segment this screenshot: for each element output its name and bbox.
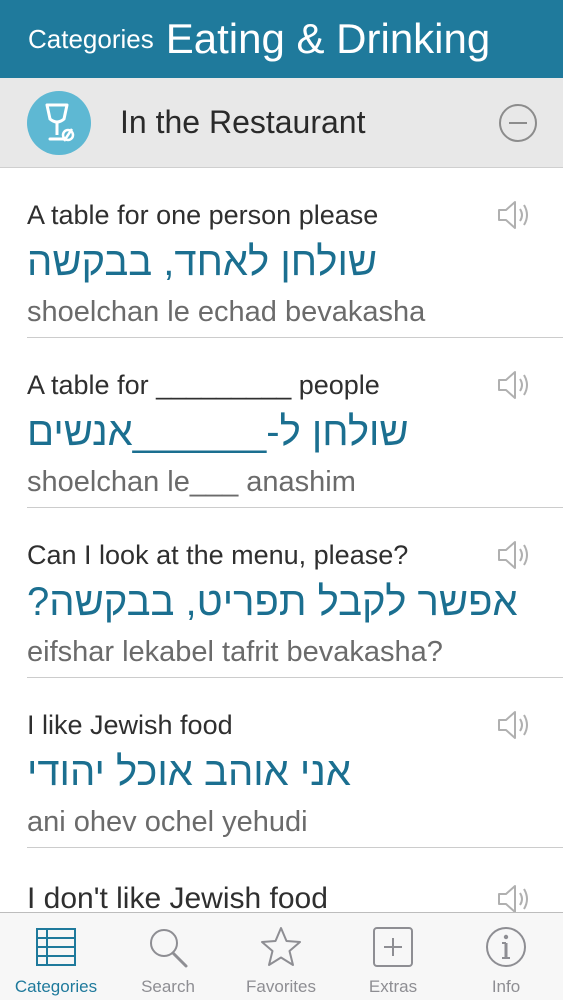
tab-label: Categories [14, 977, 98, 996]
phrase-row[interactable]: A table for _________ people שולחן ל-___… [0, 338, 563, 508]
star-icon [261, 927, 301, 966]
tab-categories[interactable]: Categories [0, 913, 112, 1000]
phrase-row[interactable]: A table for one person please שולחן לאחד… [0, 168, 563, 338]
section-header[interactable]: In the Restaurant [0, 78, 563, 168]
wine-glass-fork-icon [27, 91, 91, 155]
tab-search[interactable]: Search [112, 913, 224, 1000]
tab-extras[interactable]: Extras [337, 913, 449, 1000]
plus-square-icon [373, 927, 413, 967]
phrase-transliteration: ani ohev ochel yehudi [27, 806, 308, 838]
speaker-icon[interactable] [496, 368, 536, 402]
phrase-english: I like Jewish food [27, 710, 233, 740]
phrase-hebrew: אפשר לקבל תפריט, בבקשה? [27, 580, 518, 624]
tab-favorites[interactable]: Favorites [225, 913, 337, 1000]
row-divider [27, 847, 563, 848]
tab-label: Info [491, 977, 521, 996]
speaker-icon[interactable] [496, 708, 536, 742]
phrase-hebrew: שולחן ל-______אנשים [27, 410, 409, 454]
phrase-transliteration: eifshar lekabel tafrit bevakasha? [27, 636, 443, 668]
search-icon [150, 929, 188, 968]
collapse-minus-icon[interactable] [499, 104, 537, 142]
phrase-transliteration: shoelchan le echad bevakasha [27, 296, 426, 328]
phrase-transliteration: shoelchan le___ anashim [27, 466, 356, 498]
phrase-hebrew: אני אוהב אוכל יהודי [27, 750, 351, 794]
tab-bar: Categories Search Favorites Extras Info [0, 912, 563, 1000]
list-icon [36, 928, 76, 966]
speaker-icon[interactable] [496, 198, 536, 232]
phrase-row[interactable]: I like Jewish food אני אוהב אוכל יהודי a… [0, 678, 563, 848]
tab-info[interactable]: Info [450, 913, 562, 1000]
app-screen: Categories Eating & Drinking In the Rest… [0, 0, 563, 1000]
phrase-row[interactable]: Can I look at the menu, please? אפשר לקב… [0, 508, 563, 678]
speaker-icon[interactable] [496, 882, 536, 916]
phrase-english: A table for _________ people [27, 370, 380, 400]
page-title: Eating & Drinking [165, 15, 491, 62]
back-button-categories[interactable]: Categories [28, 24, 154, 55]
tab-label: Extras [368, 977, 418, 996]
phrase-hebrew: שולחן לאחד, בבקשה [27, 240, 378, 284]
tab-label: Search [141, 977, 195, 996]
phrase-english: I don't like Jewish food [27, 882, 328, 915]
navigation-bar: Categories Eating & Drinking [0, 0, 563, 78]
phrase-english: Can I look at the menu, please? [27, 540, 409, 570]
phrase-english: A table for one person please [27, 200, 379, 230]
info-icon [486, 927, 526, 967]
tab-label: Favorites [246, 977, 316, 996]
section-title: In the Restaurant [120, 104, 366, 140]
speaker-icon[interactable] [496, 538, 536, 572]
